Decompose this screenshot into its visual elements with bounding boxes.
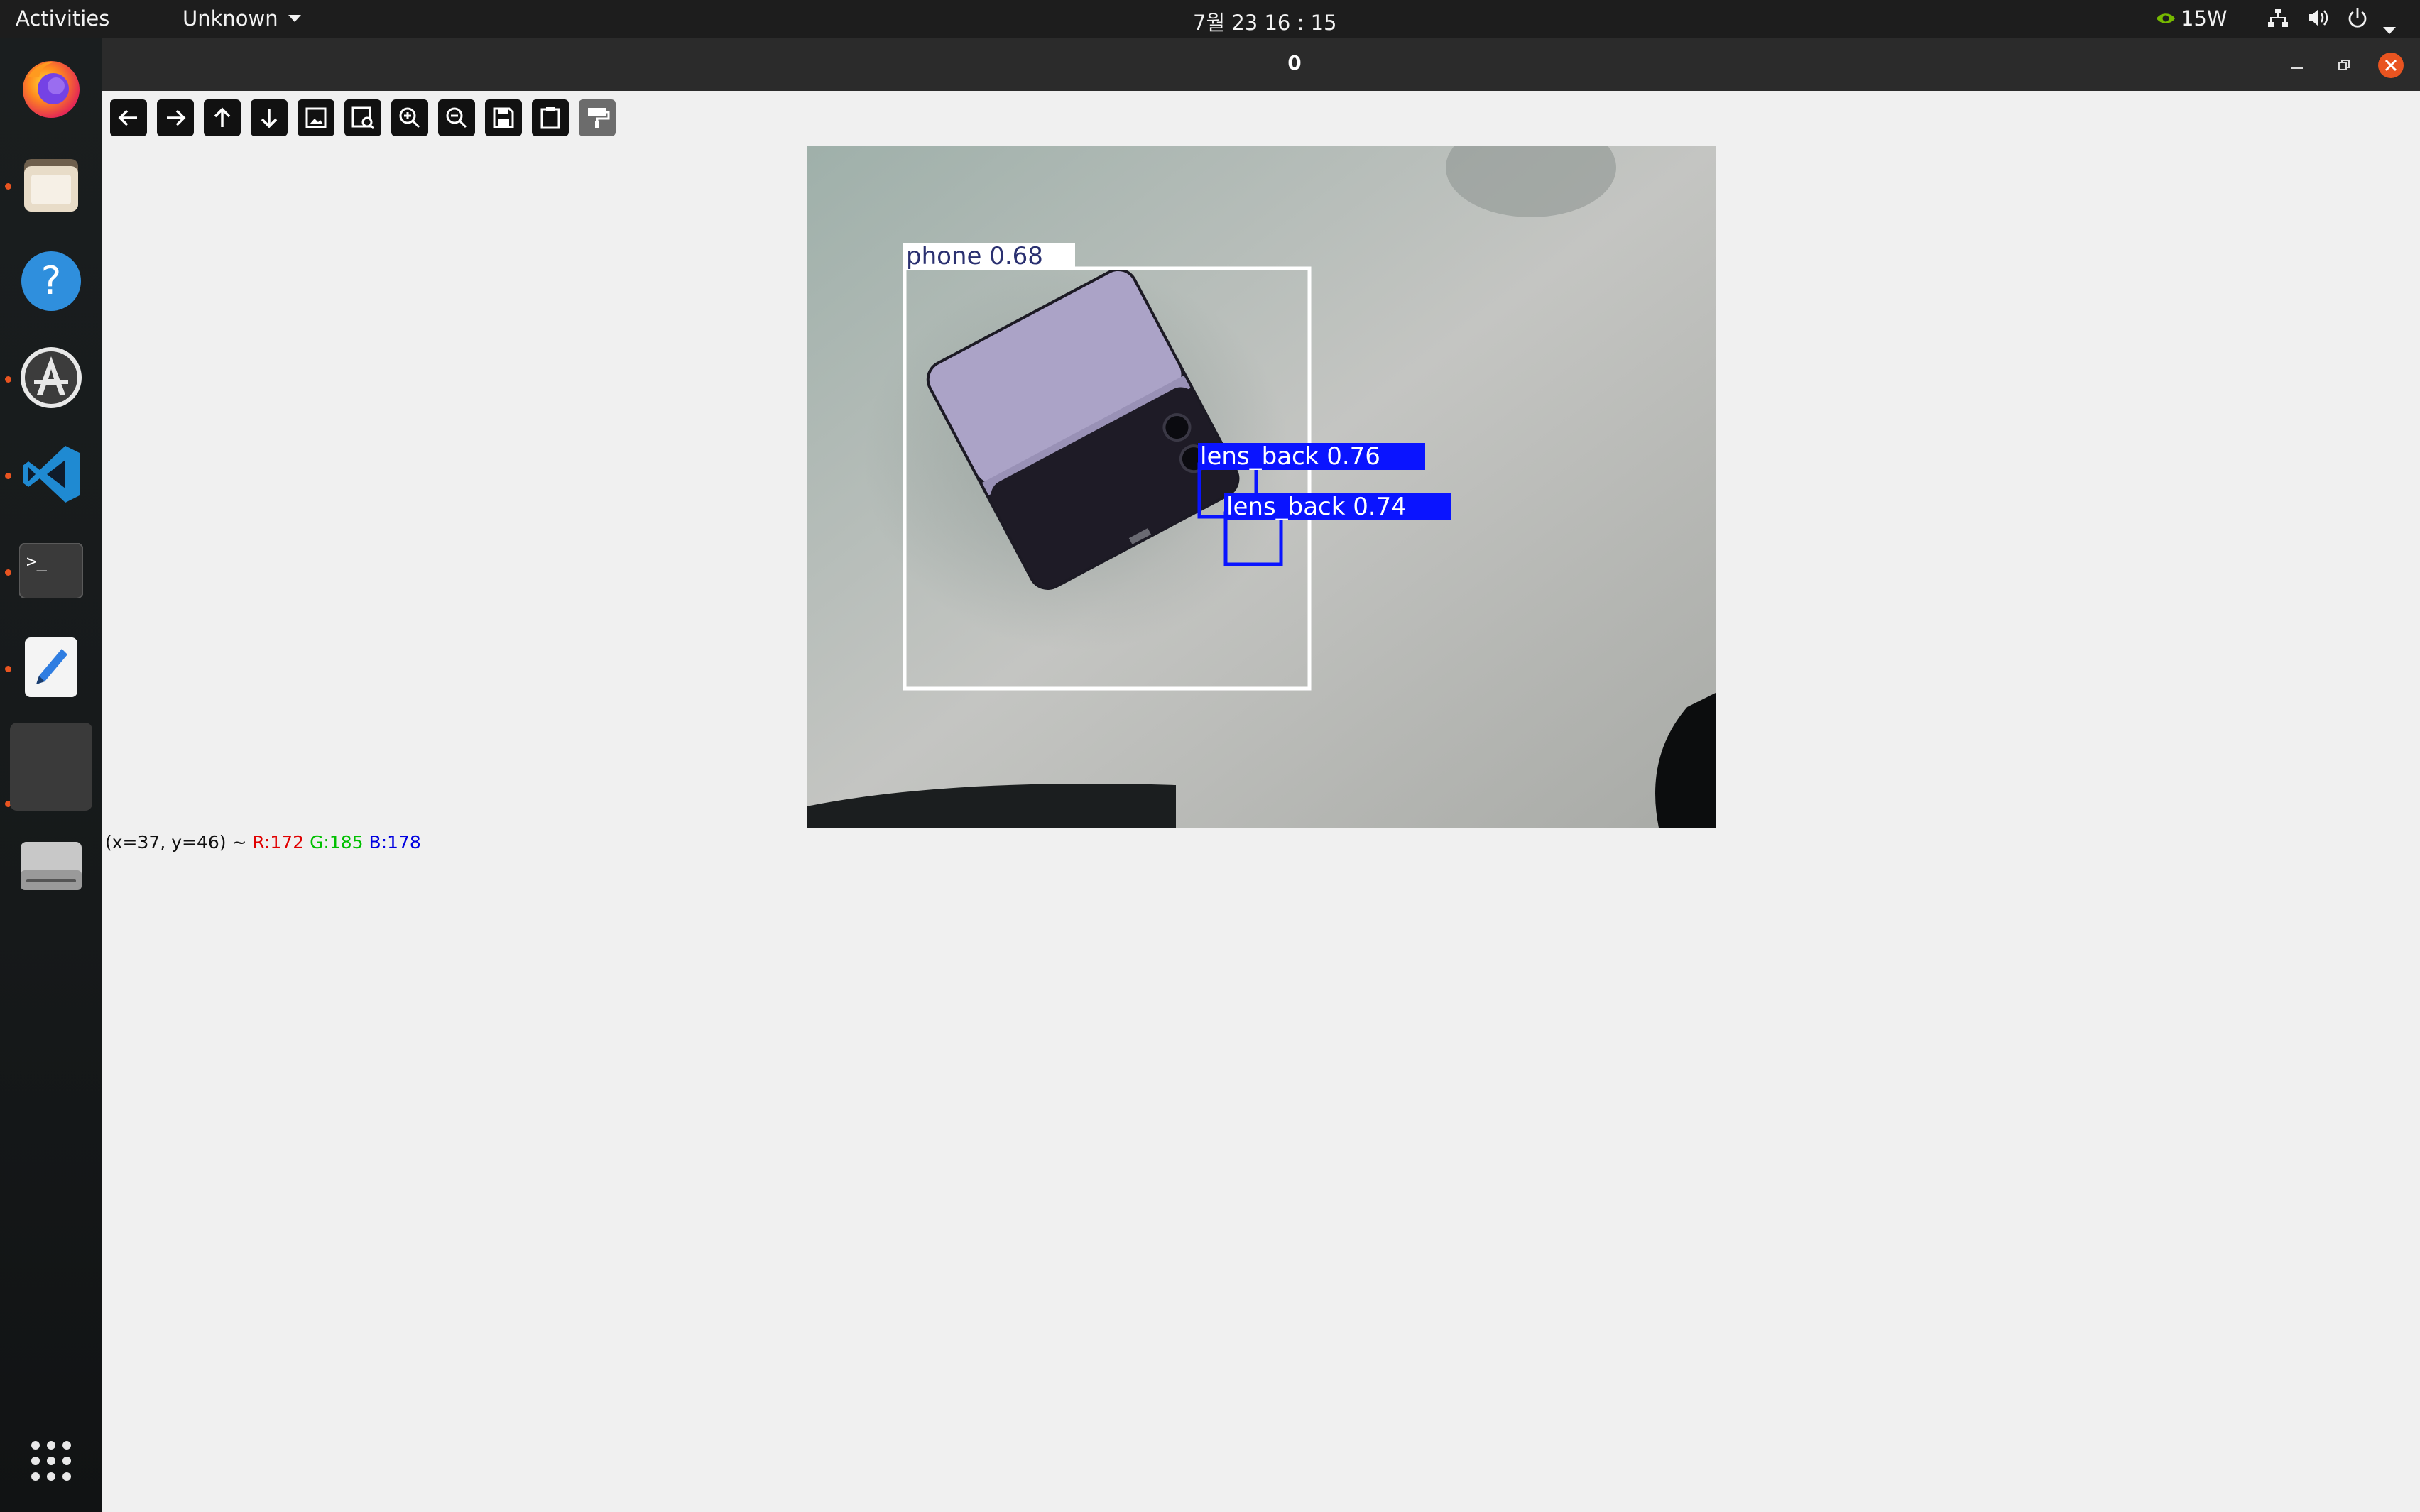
minimize-icon — [2291, 67, 2303, 69]
help-icon: ? — [21, 251, 81, 311]
drive-icon — [21, 842, 82, 890]
volume-icon[interactable] — [2306, 6, 2331, 34]
zoom-out-icon — [446, 107, 467, 128]
restore-icon — [2338, 60, 2350, 70]
nvidia-icon — [2157, 13, 2175, 23]
pixel-r-value: R:172 — [252, 832, 305, 853]
image-icon — [305, 107, 327, 128]
window-titlebar[interactable]: 0 — [102, 38, 2420, 91]
clock[interactable]: 7월 23 16 : 15 — [1193, 6, 1336, 36]
dock-vscode[interactable] — [10, 433, 92, 515]
network-icon[interactable] — [2267, 6, 2289, 34]
vscode-icon — [23, 446, 80, 503]
system-menu-caret-icon[interactable] — [2383, 15, 2396, 39]
arrow-left-icon — [118, 109, 137, 126]
close-icon — [2378, 53, 2404, 78]
pixel-status: (x=37, y=46) ~ R:172 G:185 B:178 — [105, 832, 421, 853]
power-mode-label: 15W — [2181, 6, 2228, 31]
text-editor-icon — [25, 637, 77, 697]
pan-up-button[interactable] — [204, 99, 241, 136]
image-canvas[interactable]: phone 0.68 lens_back 0.76 lens_back 0.74 — [807, 146, 1716, 828]
dock-terminal[interactable]: >_ — [10, 530, 92, 612]
grid-icon — [31, 1441, 71, 1481]
paint-roller-icon — [588, 108, 610, 128]
software-center-icon — [21, 347, 82, 408]
dock-text-editor[interactable] — [10, 626, 92, 708]
dock-firefox[interactable] — [10, 47, 92, 129]
caret-down-icon — [288, 15, 301, 22]
zoom-original-button[interactable] — [344, 99, 381, 136]
svg-text:>_: >_ — [26, 552, 47, 571]
power-mode-indicator[interactable]: 15W — [2155, 6, 2228, 31]
minimize-button[interactable] — [2283, 51, 2311, 80]
dock: ? >_ — [0, 38, 102, 1512]
activities-button[interactable]: Activities — [16, 6, 109, 31]
pan-right-button[interactable] — [157, 99, 194, 136]
properties-button[interactable] — [579, 99, 616, 136]
dock-drive[interactable] — [10, 825, 92, 907]
window-title: 0 — [1287, 51, 1302, 75]
clipboard-icon — [540, 107, 560, 129]
restore-button[interactable] — [2330, 51, 2358, 80]
files-icon — [24, 159, 78, 212]
viewer-toolbar — [110, 99, 616, 136]
app-menu[interactable]: Unknown — [182, 6, 301, 31]
app-menu-label: Unknown — [182, 6, 278, 31]
copy-clipboard-button[interactable] — [532, 99, 569, 136]
zoom-in-icon — [399, 107, 420, 128]
terminal-icon: >_ — [19, 543, 83, 598]
show-apps-button[interactable] — [10, 1420, 92, 1502]
pixel-b-value: B:178 — [369, 832, 421, 853]
save-button[interactable] — [485, 99, 522, 136]
detection-image: phone 0.68 lens_back 0.76 lens_back 0.74 — [807, 146, 1716, 828]
power-icon[interactable] — [2346, 6, 2369, 34]
top-bar: Activities Unknown 7월 23 16 : 15 15W — [0, 0, 2420, 38]
close-button[interactable] — [2377, 51, 2405, 80]
dock-help[interactable]: ? — [10, 240, 92, 322]
pan-down-button[interactable] — [251, 99, 288, 136]
detection-label-phone: phone 0.68 — [906, 242, 1043, 270]
detection-label-lens-2: lens_back 0.74 — [1226, 493, 1407, 521]
save-icon — [493, 107, 514, 128]
pan-left-button[interactable] — [110, 99, 147, 136]
zoom-in-button[interactable] — [391, 99, 428, 136]
arrow-down-icon — [261, 109, 278, 128]
cursor-coords: (x=37, y=46) ~ — [105, 832, 247, 853]
detection-label-lens-1: lens_back 0.76 — [1200, 442, 1380, 471]
arrow-right-icon — [167, 109, 186, 126]
dock-image-viewer-window[interactable] — [10, 723, 92, 811]
pixel-g-value: G:185 — [310, 832, 364, 853]
dock-files[interactable] — [10, 143, 92, 226]
zoom-out-button[interactable] — [438, 99, 475, 136]
firefox-icon — [23, 61, 80, 118]
image-search-icon — [351, 106, 375, 130]
zoom-fit-button[interactable] — [298, 99, 334, 136]
dock-software-center[interactable] — [10, 336, 92, 419]
arrow-up-icon — [214, 107, 231, 127]
svg-text:?: ? — [41, 258, 62, 303]
